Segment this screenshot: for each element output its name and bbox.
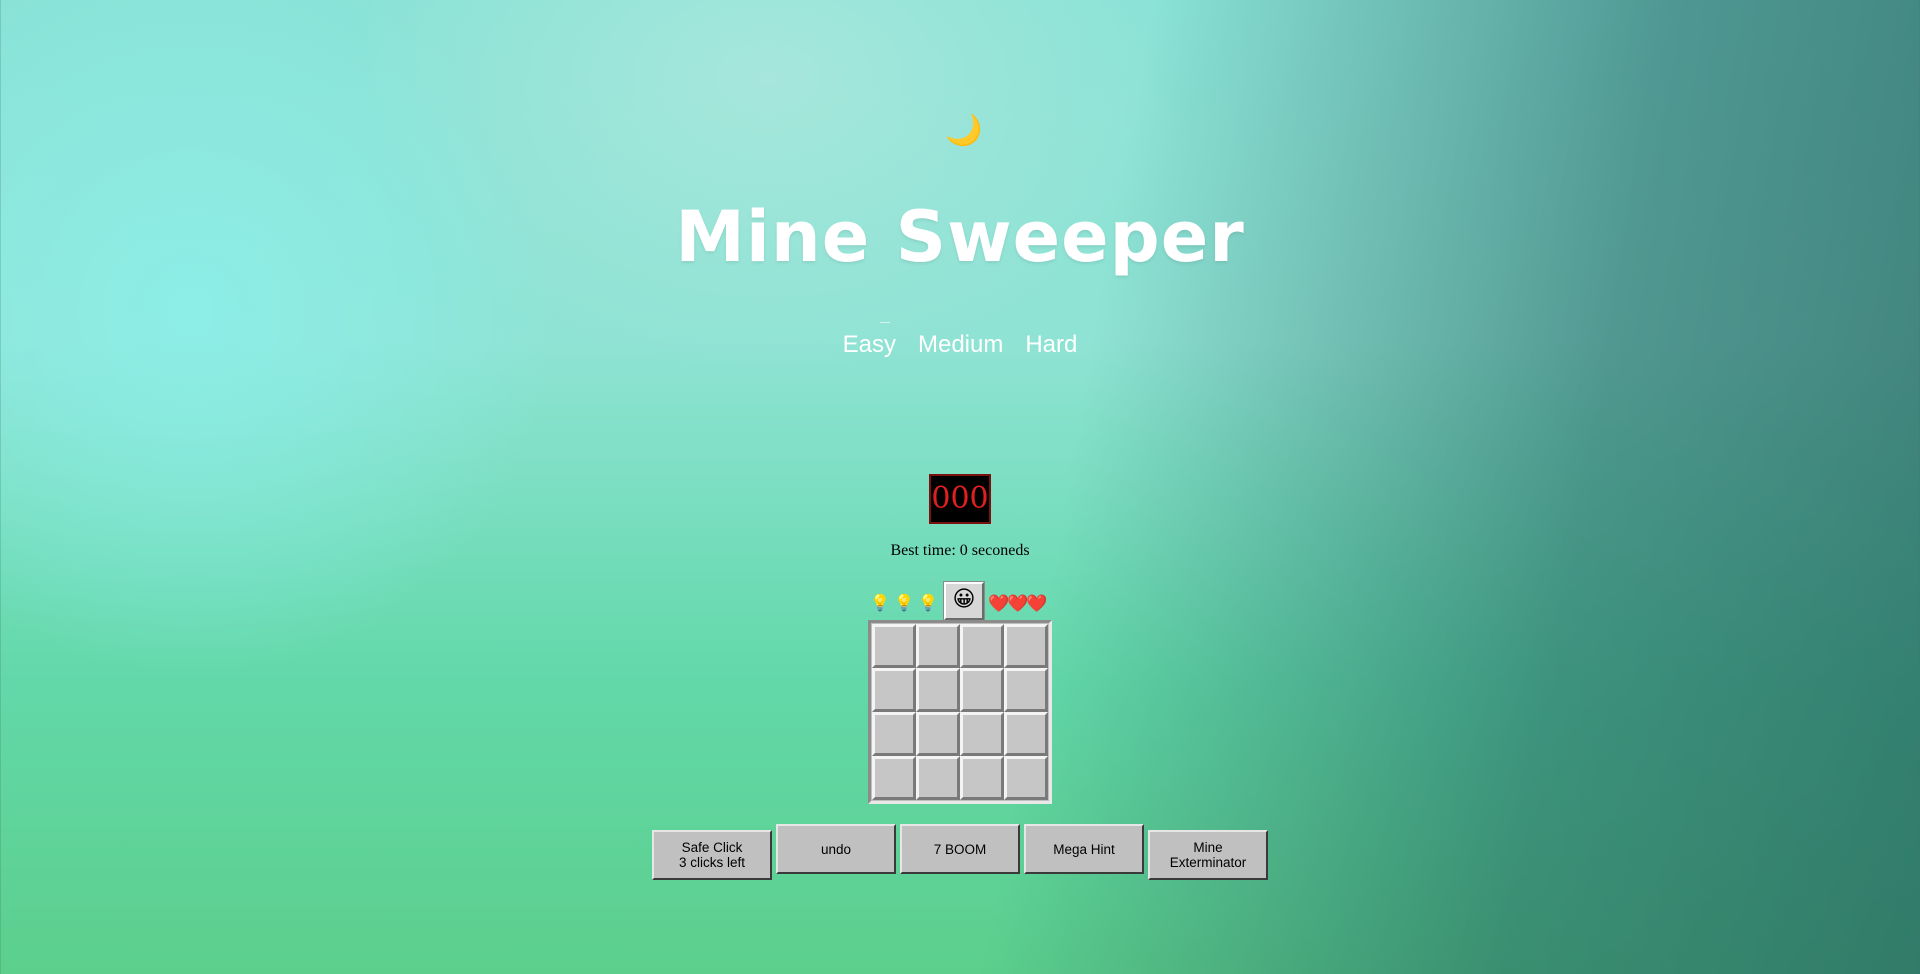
board-cell[interactable] xyxy=(1004,712,1048,756)
mine-exterminator-label-line2: Exterminator xyxy=(1169,855,1247,870)
lightbulb-icon[interactable]: 💡 xyxy=(894,592,914,614)
undo-label: undo xyxy=(820,841,852,857)
difficulty-selector: Easy Medium Hard xyxy=(0,331,1920,359)
lightbulb-icon[interactable]: 💡 xyxy=(870,592,890,614)
mine-exterminator-button[interactable]: Mine Exterminator xyxy=(1148,830,1268,880)
best-time-label: Best time: 0 seconeds xyxy=(890,542,1030,559)
board-cell[interactable] xyxy=(960,624,1004,668)
lightbulb-icon[interactable]: 💡 xyxy=(918,592,938,614)
safe-click-label: Safe Click xyxy=(681,840,743,855)
active-level-indicator xyxy=(880,322,890,323)
board-cell[interactable] xyxy=(872,756,916,800)
board-cell[interactable] xyxy=(916,756,960,800)
board-cell[interactable] xyxy=(1004,756,1048,800)
status-bar: 💡 💡 💡 😀 ❤️❤️❤️ xyxy=(870,581,1050,621)
level-easy-button[interactable]: Easy xyxy=(842,331,897,359)
board-cell[interactable] xyxy=(960,712,1004,756)
timer-display: 000 xyxy=(929,474,991,524)
lives-hearts: ❤️❤️❤️ xyxy=(988,594,1047,614)
mega-hint-button[interactable]: Mega Hint xyxy=(1024,824,1144,874)
mine-exterminator-label-line1: Mine xyxy=(1193,840,1223,855)
board-cell[interactable] xyxy=(1004,624,1048,668)
board-cell[interactable] xyxy=(960,668,1004,712)
board-cell[interactable] xyxy=(916,624,960,668)
seven-boom-button[interactable]: 7 BOOM xyxy=(900,824,1020,874)
crescent-moon-icon[interactable]: 🌙 xyxy=(945,113,982,149)
mega-hint-label: Mega Hint xyxy=(1053,841,1115,857)
smiley-face-icon[interactable]: 😀 xyxy=(943,581,985,621)
board-cell[interactable] xyxy=(872,668,916,712)
seven-boom-label: 7 BOOM xyxy=(933,841,987,857)
action-buttons: Safe Click 3 clicks left undo 7 BOOM Meg… xyxy=(652,824,1268,880)
board-cell[interactable] xyxy=(960,756,1004,800)
safe-click-button[interactable]: Safe Click 3 clicks left xyxy=(652,830,772,880)
undo-button[interactable]: undo xyxy=(776,824,896,874)
game-board xyxy=(868,620,1052,804)
level-medium-button[interactable]: Medium xyxy=(917,331,1004,359)
board-cell[interactable] xyxy=(1004,668,1048,712)
board-cell[interactable] xyxy=(872,624,916,668)
level-hard-button[interactable]: Hard xyxy=(1024,331,1078,359)
board-cell[interactable] xyxy=(916,712,960,756)
board-cell[interactable] xyxy=(916,668,960,712)
safe-click-remaining: 3 clicks left xyxy=(678,855,746,870)
board-cell[interactable] xyxy=(872,712,916,756)
page-title: Mine Sweeper xyxy=(675,196,1245,278)
